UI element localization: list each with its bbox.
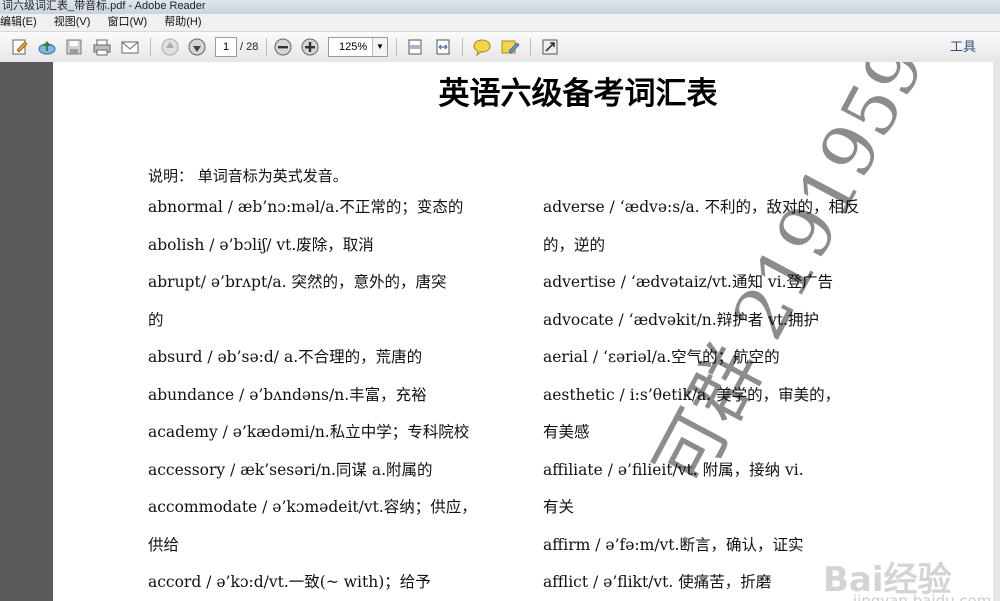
next-page-icon[interactable] <box>187 37 207 57</box>
full-screen-icon[interactable] <box>540 37 560 57</box>
fit-width-icon[interactable] <box>433 37 453 57</box>
toolbar: 1 / 28 125% ▼ 工具 <box>0 32 1000 63</box>
vocab-line: 有关 <box>543 498 575 516</box>
comment-icon[interactable] <box>472 37 492 57</box>
highlight-icon[interactable] <box>500 37 520 57</box>
vocab-line: 的 <box>148 310 164 329</box>
vocab-line: absurd / əb’sə:d/ a.不合理的，荒唐的 <box>148 348 423 366</box>
vertical-scrollbar[interactable] <box>993 62 1000 601</box>
email-icon[interactable] <box>120 37 140 57</box>
window-title: 词六级词汇表_带音标.pdf - Adobe Reader <box>2 0 206 12</box>
pdf-page: 英语六级备考词汇表 说明： 单词音标为英式发音。 abnormal / æb’n… <box>53 62 993 601</box>
upload-icon[interactable] <box>37 37 57 57</box>
vocab-line: abnormal / æb’nɔ:məl/a.不正常的；变态的 <box>148 198 464 216</box>
vocab-line: abundance / ə’bʌndəns/n.丰富，充裕 <box>148 385 427 404</box>
toolbar-separator <box>150 38 151 56</box>
zoom-out-icon[interactable] <box>273 37 293 57</box>
toolbar-separator <box>530 38 531 56</box>
previous-page-icon[interactable] <box>160 37 180 57</box>
toolbar-separator <box>396 38 397 56</box>
fit-page-icon[interactable] <box>405 37 425 57</box>
save-icon[interactable] <box>64 37 84 57</box>
vocab-column-left: abnormal / æb’nɔ:məl/a.不正常的；变态的 abolish /… <box>148 189 528 601</box>
document-intro: 说明： 单词音标为英式发音。 <box>148 167 348 185</box>
print-icon[interactable] <box>92 37 112 57</box>
chevron-down-icon[interactable]: ▼ <box>372 38 387 56</box>
zoom-select[interactable]: 125% ▼ <box>328 37 388 57</box>
baidu-url-watermark: jingyan.baidu.com <box>853 592 992 601</box>
tools-button[interactable]: 工具 <box>950 37 976 57</box>
menu-window[interactable]: 窗口(W) <box>107 16 147 28</box>
vocab-line: accessory / æk’sesəri/n.同谋 a.附属的 <box>148 460 433 479</box>
menu-view[interactable]: 视图(V) <box>54 16 91 28</box>
zoom-in-icon[interactable] <box>300 37 320 57</box>
vocab-line: accommodate / ə’kɔmədeit/vt.容纳；供应， <box>148 498 477 516</box>
page-number-input[interactable]: 1 <box>215 37 237 57</box>
vocab-line: abrupt/ ə’brʌpt/a. 突然的，意外的，唐突 <box>148 273 447 291</box>
navigation-pane <box>0 62 53 601</box>
toolbar-separator <box>462 38 463 56</box>
menu-help[interactable]: 帮助(H) <box>164 16 201 28</box>
vocab-line: 供给 <box>148 535 180 554</box>
vocab-line: academy / ə’kædəmi/n.私立中学；专科院校 <box>148 423 470 441</box>
vocab-line: accord / ə’kɔ:d/vt.一致(~ with)；给予 <box>148 573 431 591</box>
toolbar-separator <box>266 38 267 56</box>
zoom-value: 125% <box>339 41 368 53</box>
vocab-line: abolish / ə’bɔliʃ/ vt.废除，取消 <box>148 235 374 254</box>
menu-edit[interactable]: 编辑(E) <box>0 16 37 28</box>
menu-bar: 编辑(E) 视图(V) 窗口(W) 帮助(H) <box>0 14 1000 32</box>
edit-icon[interactable] <box>10 37 30 57</box>
window-title-bar: 词六级词汇表_带音标.pdf - Adobe Reader <box>0 0 1000 14</box>
page-total: / 28 <box>240 41 259 53</box>
